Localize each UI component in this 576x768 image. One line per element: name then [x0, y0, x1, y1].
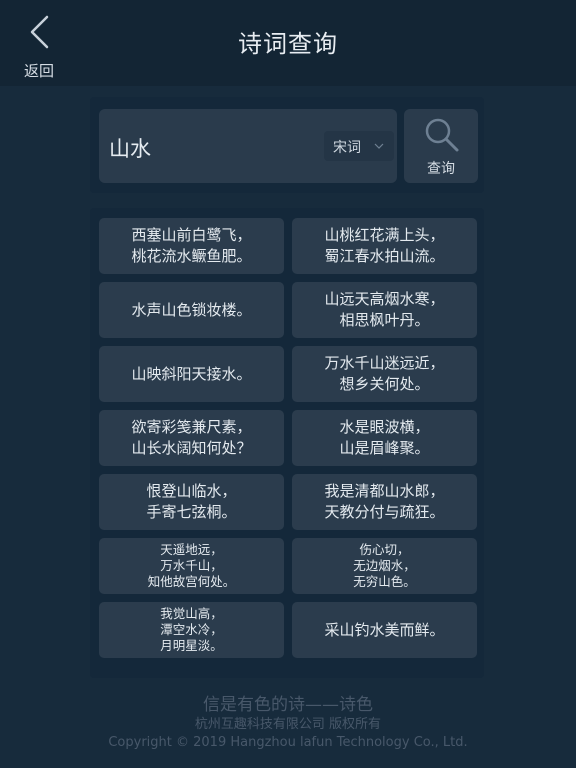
- result-text: 采山钓水美而鲜。: [324, 620, 445, 639]
- footer-company: 杭州互趣科技有限公司 版权所有: [194, 717, 382, 732]
- results-panel: 西塞山前白鹭飞， 桃花流水鳜鱼肥。 山桃红花满上头， 蜀江春水拍山流。水声山色锁妆…: [90, 208, 484, 678]
- result-card[interactable]: 水是眼波横， 山是眉峰聚。: [292, 410, 477, 466]
- footer-copyright: Copyright © 2019 Hangzhou lafun Technolo…: [108, 735, 468, 750]
- back-label: 返回: [24, 62, 55, 80]
- result-card[interactable]: 山桃红花满上头， 蜀江春水拍山流。: [292, 218, 477, 274]
- result-card[interactable]: 天遥地远， 万水千山， 知他故宫何处。: [99, 538, 284, 594]
- footer-slogan: 信是有色的诗——诗色: [203, 695, 373, 715]
- search-button[interactable]: 查询: [404, 109, 478, 183]
- result-text: 西塞山前白鹭飞， 桃花流水鳜鱼肥。: [131, 226, 252, 265]
- dynasty-selected-label: 宋词: [333, 140, 361, 156]
- result-text: 水声山色锁妆楼。: [131, 300, 252, 319]
- search-panel: 山水 宋词 查询: [90, 97, 484, 193]
- result-text: 我觉山高， 潭空水冷， 月明星淡。: [160, 606, 223, 653]
- page-title: 诗词查询: [238, 30, 338, 58]
- result-text: 万水千山迷远近， 想乡关何处。: [324, 354, 445, 393]
- header: 返回 诗词查询: [0, 0, 576, 86]
- result-text: 恨登山临水， 手寄七弦桐。: [146, 482, 237, 521]
- chevron-down-icon: [374, 143, 384, 149]
- result-text: 山远天高烟水寒， 相思枫叶丹。: [324, 290, 445, 329]
- search-input[interactable]: 山水 宋词: [99, 109, 397, 183]
- search-icon: [425, 118, 459, 152]
- result-text: 山桃红花满上头， 蜀江春水拍山流。: [324, 226, 445, 265]
- result-text: 我是清都山水郎， 天教分付与疏狂。: [324, 482, 445, 521]
- result-card[interactable]: 山远天高烟水寒， 相思枫叶丹。: [292, 282, 477, 338]
- search-query: 山水: [109, 137, 151, 161]
- result-card[interactable]: 水声山色锁妆楼。: [99, 282, 284, 338]
- result-card[interactable]: 伤心切， 无边烟水， 无穷山色。: [292, 538, 477, 594]
- result-card[interactable]: 我觉山高， 潭空水冷， 月明星淡。: [99, 602, 284, 658]
- result-card[interactable]: 我是清都山水郎， 天教分付与疏狂。: [292, 474, 477, 530]
- result-card[interactable]: 欲寄彩笺兼尺素， 山长水阔知何处？: [99, 410, 284, 466]
- results-grid: 西塞山前白鹭飞， 桃花流水鳜鱼肥。 山桃红花满上头， 蜀江春水拍山流。水声山色锁妆…: [99, 218, 477, 658]
- search-button-label: 查询: [427, 161, 455, 177]
- result-card[interactable]: 恨登山临水， 手寄七弦桐。: [99, 474, 284, 530]
- dynasty-select[interactable]: 宋词: [324, 131, 394, 161]
- result-text: 天遥地远， 万水千山， 知他故宫何处。: [147, 542, 236, 589]
- footer: 信是有色的诗——诗色 杭州互趣科技有限公司 版权所有 Copyright © 2…: [0, 694, 576, 752]
- result-card[interactable]: 西塞山前白鹭飞， 桃花流水鳜鱼肥。: [99, 218, 284, 274]
- result-text: 伤心切， 无边烟水， 无穷山色。: [353, 542, 416, 589]
- result-card[interactable]: 山映斜阳天接水。: [99, 346, 284, 402]
- result-card[interactable]: 采山钓水美而鲜。: [292, 602, 477, 658]
- result-text: 水是眼波横， 山是眉峰聚。: [339, 418, 430, 457]
- result-text: 欲寄彩笺兼尺素， 山长水阔知何处？: [131, 418, 252, 457]
- result-text: 山映斜阳天接水。: [131, 364, 252, 383]
- result-card[interactable]: 万水千山迷远近， 想乡关何处。: [292, 346, 477, 402]
